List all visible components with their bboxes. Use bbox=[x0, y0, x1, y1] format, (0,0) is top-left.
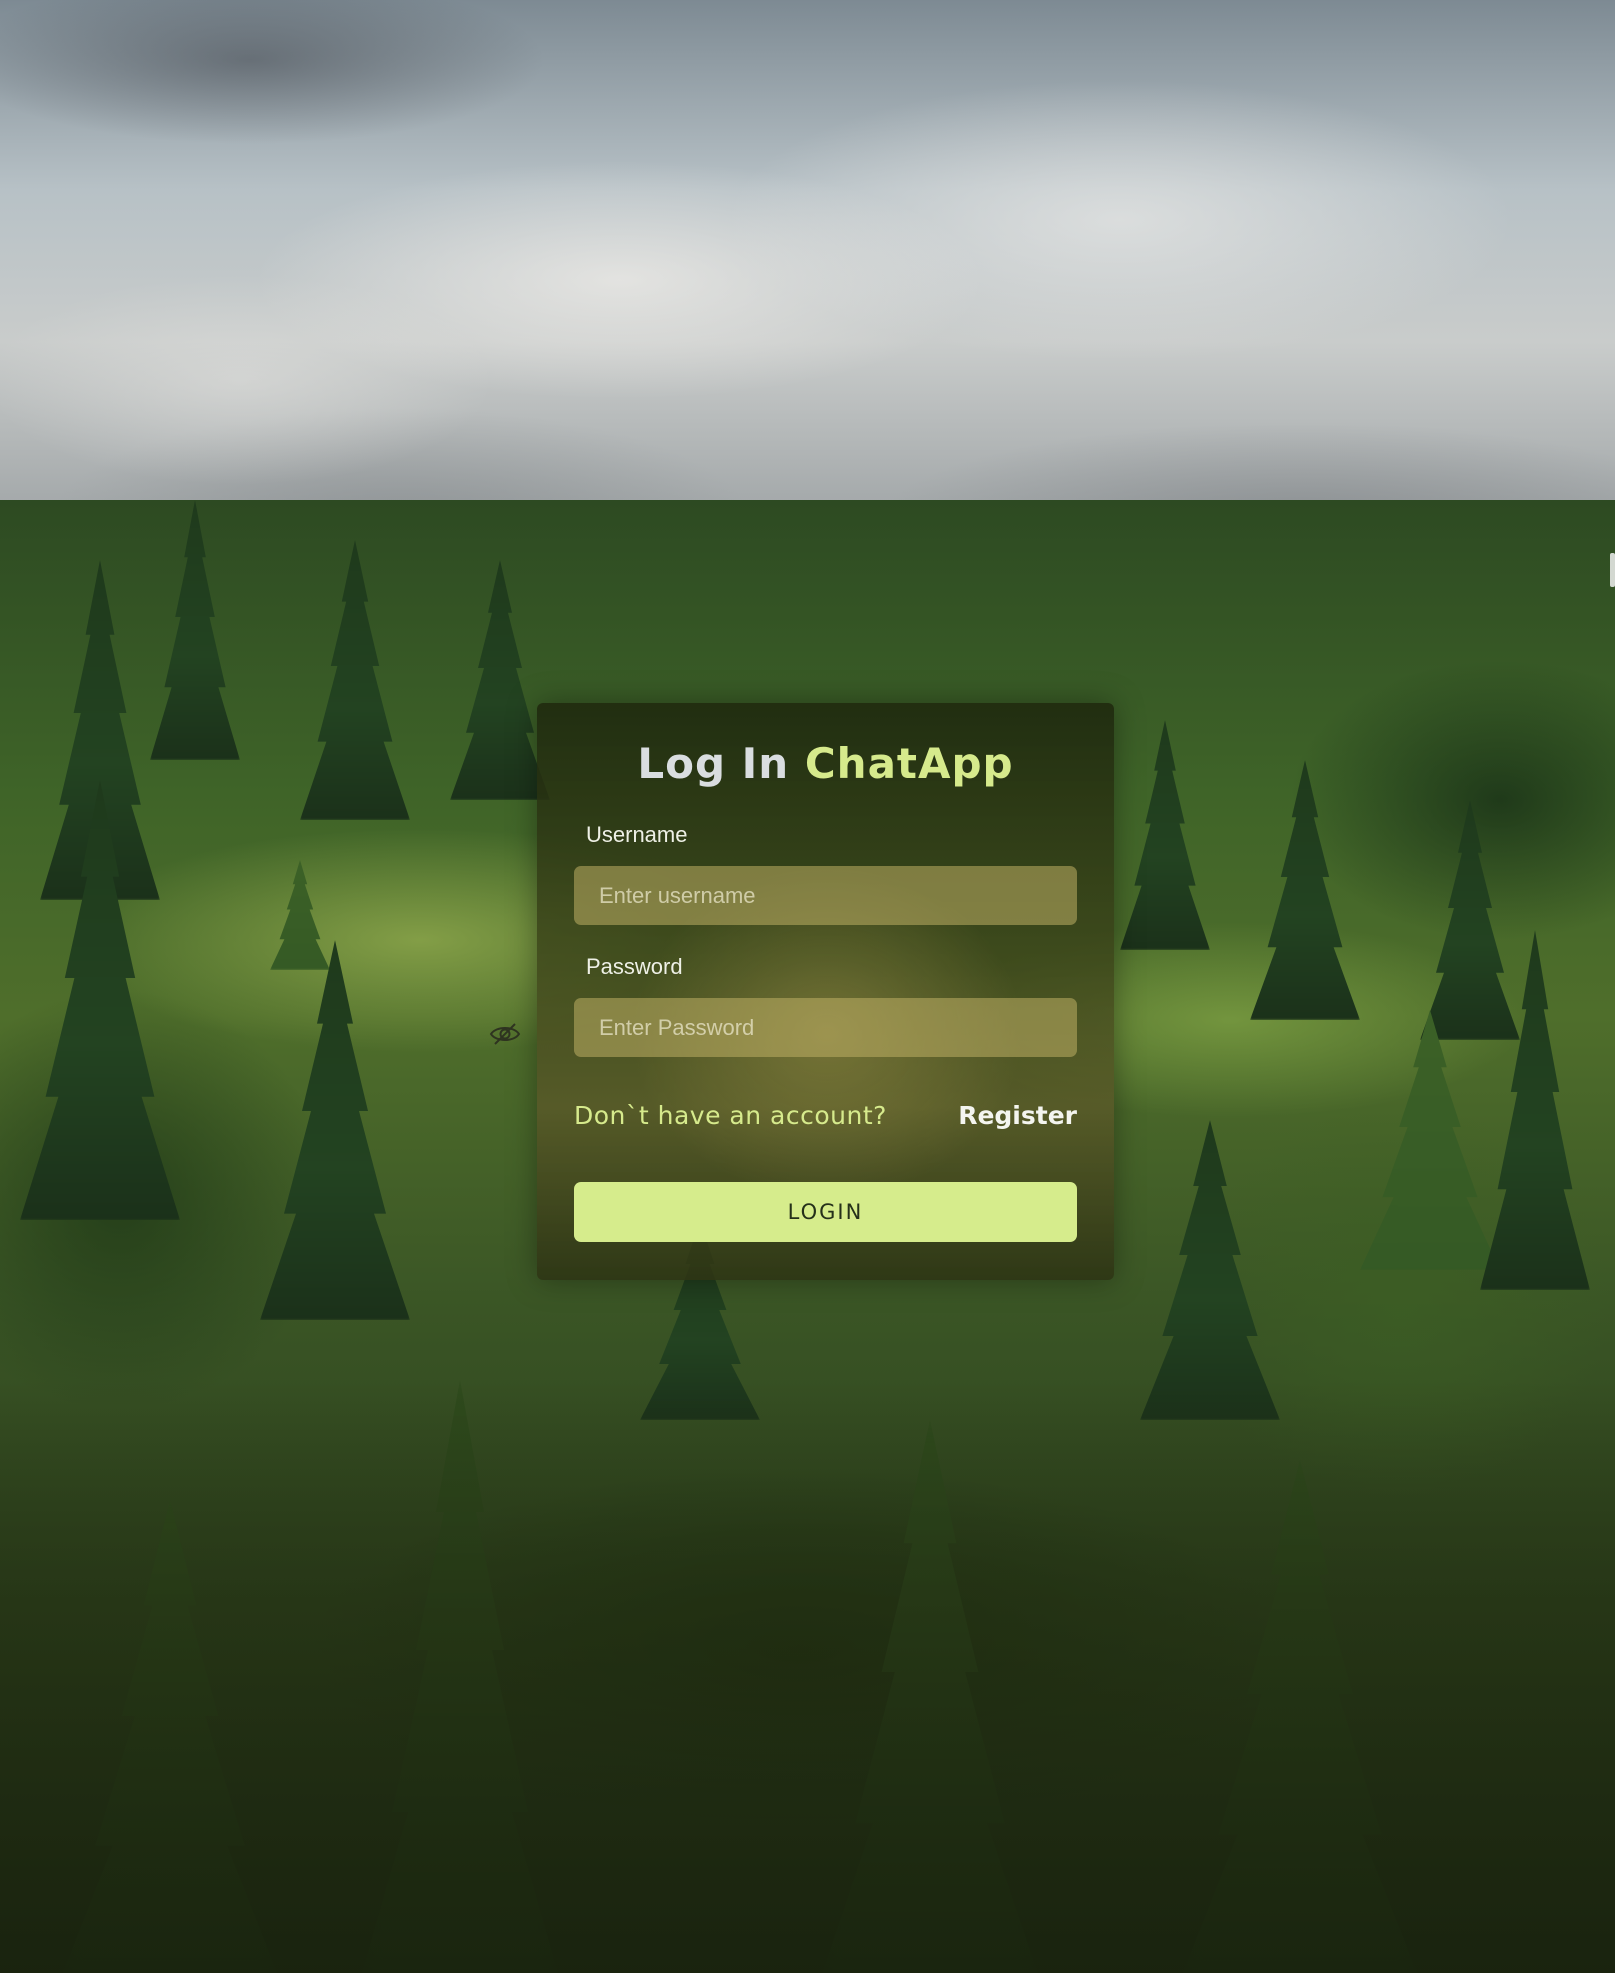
login-card: Log In ChatApp Username Password Don`t h… bbox=[537, 703, 1114, 1280]
username-input[interactable] bbox=[574, 866, 1077, 925]
scroll-edge-marker bbox=[1610, 553, 1615, 587]
foreground-blur bbox=[0, 1380, 1615, 1973]
eye-off-icon[interactable] bbox=[487, 1019, 523, 1049]
login-page: Log In ChatApp Username Password Don`t h… bbox=[0, 0, 1615, 1973]
login-button[interactable]: LOGIN bbox=[574, 1182, 1077, 1242]
signup-question: Don`t have an account? bbox=[574, 1101, 887, 1130]
login-title: Log In ChatApp bbox=[537, 739, 1114, 788]
register-link[interactable]: Register bbox=[958, 1101, 1077, 1130]
password-label: Password bbox=[586, 954, 683, 979]
login-title-text: Log In bbox=[637, 739, 790, 788]
app-name: ChatApp bbox=[804, 739, 1014, 788]
signup-row: Don`t have an account? Register bbox=[574, 1101, 1077, 1130]
password-input[interactable] bbox=[574, 998, 1077, 1057]
username-label: Username bbox=[586, 822, 688, 847]
